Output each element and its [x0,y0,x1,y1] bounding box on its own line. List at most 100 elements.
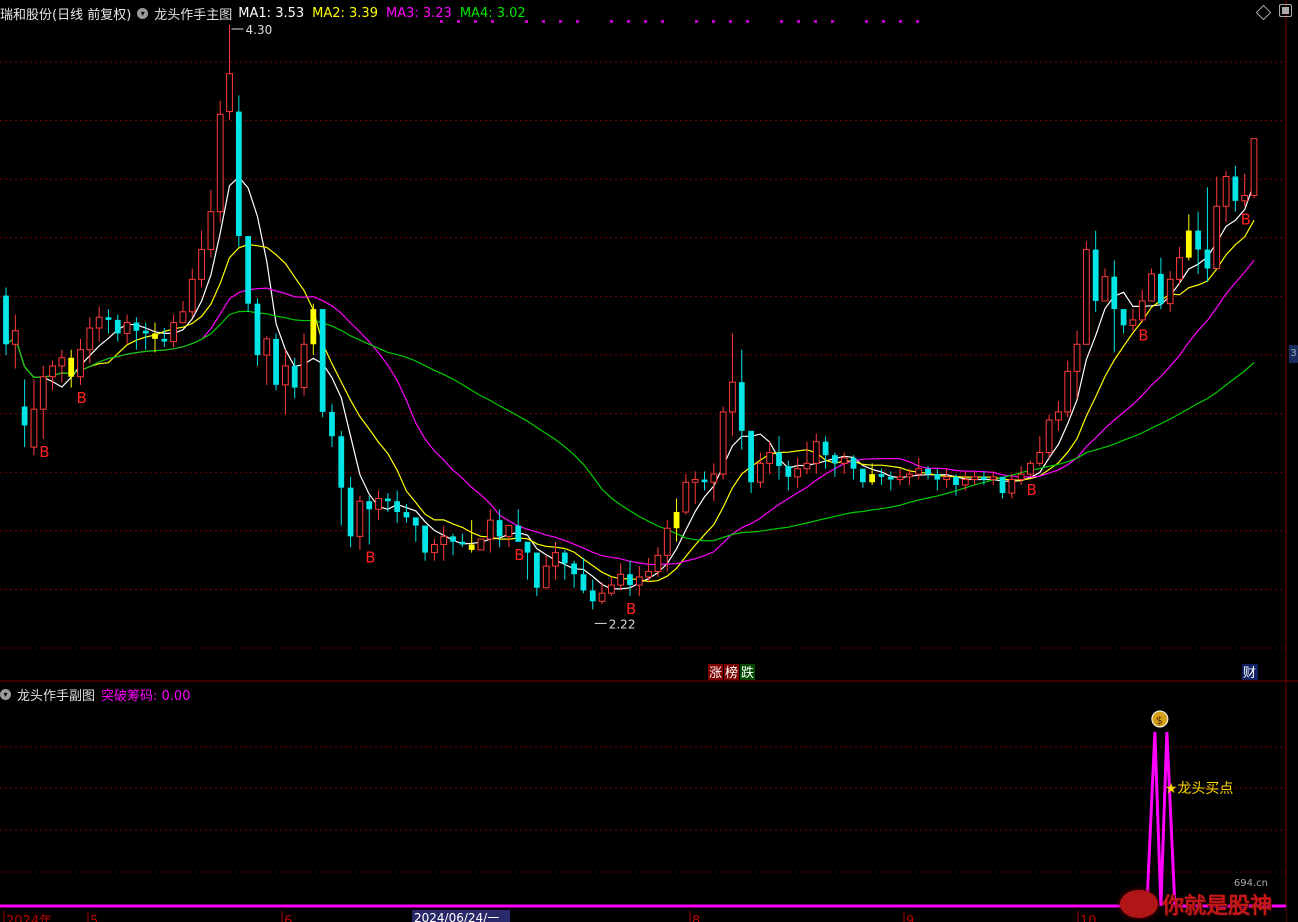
sub-indicator-value: 突破筹码: 0.00 [101,688,191,704]
top-marker-dot [831,20,834,23]
breakout-signal-line [0,731,1286,908]
candle-body-up [691,479,699,483]
candle-body-up [989,476,997,481]
candle-body [981,476,987,480]
main-indicator-name[interactable]: 龙头作手主图 [154,4,232,23]
candle-body [347,487,354,537]
watermark-logo-icon [1119,890,1158,918]
candle-body-up [766,451,774,464]
candle-body [701,479,708,483]
candle-body [3,295,9,345]
candle-body-up [598,592,606,602]
candle-body [589,590,596,602]
candle-body [822,441,829,456]
candle-body [1195,230,1202,250]
candle-body-up [719,411,727,475]
candle-body [571,563,578,575]
top-marker-dot [644,20,647,23]
right-edge-tab[interactable]: 3 [1289,345,1298,363]
candle-body-up [477,538,485,551]
candle-body [738,382,745,431]
fin-tag-label: 财 [1243,666,1256,681]
candle-body [338,436,345,488]
buy-signal-label: B [365,548,375,566]
x-tick-label: 8 [692,914,700,922]
candle-body [366,501,373,510]
top-marker-dot [542,20,545,23]
watermark-text: 你就是股神 [1161,893,1272,919]
candle-body [887,476,894,480]
candle-body [561,552,568,564]
candle-body [515,525,522,542]
buy-signal-label: B [626,600,636,618]
candle-body [291,365,298,388]
candle-body [934,474,941,480]
candle-body-up [635,576,643,586]
candle-body-up [356,500,364,537]
high-label: 4.30 [246,23,273,37]
candle-body [869,474,876,483]
buy-signal-label: B [1241,210,1251,228]
ma-legend-item-2: MA2: 3.39 [312,5,378,21]
candle-body [403,512,410,518]
candle-body-up [729,381,736,413]
candle-body [776,452,782,467]
candle-body-up [1045,419,1053,453]
sub-chart: $ ★龙头买点 [0,710,1286,908]
candle-body [524,541,531,553]
candle-body [245,236,252,304]
candle-body [152,333,158,339]
maximize-icon[interactable] [1279,4,1292,17]
candle-body [1185,230,1192,258]
candle-body-up [1166,278,1174,305]
buy-signal-label: B [77,389,87,407]
money-bag-symbol: $ [1156,714,1163,727]
candle-body [953,476,959,485]
candle-body [673,512,680,529]
candle-body-up [216,113,224,213]
candle-body [384,498,391,502]
candle-body-up [552,552,559,567]
sub-chart-header: ▾ 龙头作手副图 突破筹码: 0.00 [0,684,190,704]
sub-indicator-settings-icon[interactable]: ▾ [0,688,11,700]
candle-body-up [505,525,513,537]
candle-body-up [282,365,289,386]
top-marker-dot [610,20,613,23]
candle-body [142,330,149,334]
candle-body [450,536,456,542]
buy-signal-label: B [1138,327,1148,345]
candle-body [412,517,419,526]
candle-body-up [1222,176,1230,207]
top-marker-dot [712,20,715,23]
top-marker-dot [576,20,579,23]
candle-body [850,457,857,469]
candle-body [1232,176,1239,201]
candle-body-up [375,497,382,510]
candle-body-up [943,476,951,481]
top-marker-dot [661,20,664,23]
stock-title[interactable]: 瑞和股份(日线 前复权) [0,4,131,23]
candle-body-up [840,457,848,464]
limit-tag-label: 榜 [725,665,738,681]
top-marker-dot [627,20,630,23]
chart-stage: BBB BBBBB4.302.22涨榜跌财 $★龙头买点 2024年 5 6 8 9 102… [0,0,1298,922]
indicator-settings-icon[interactable]: ▾ [137,7,149,19]
top-marker-dot [780,20,783,23]
candle-body [468,544,475,550]
candle-body-up [86,327,94,351]
diamond-icon[interactable] [1255,4,1272,21]
candle-body-up [542,565,550,589]
sub-indicator-name[interactable]: 龙头作手副图 [17,685,95,704]
candlestick-series [3,25,1258,610]
candle-body-up [170,322,178,343]
candle-body-up [1055,411,1062,421]
candle-body-up [971,476,978,481]
candle-body-up [188,278,196,313]
ma-legend-item-3: MA3: 3.23 [385,5,452,21]
candle-body-up [95,316,103,329]
candle-body [254,303,261,356]
top-marker-dot [746,20,749,23]
candle-body-up [617,573,625,586]
candle-body [394,501,401,513]
candle-body [310,309,317,345]
